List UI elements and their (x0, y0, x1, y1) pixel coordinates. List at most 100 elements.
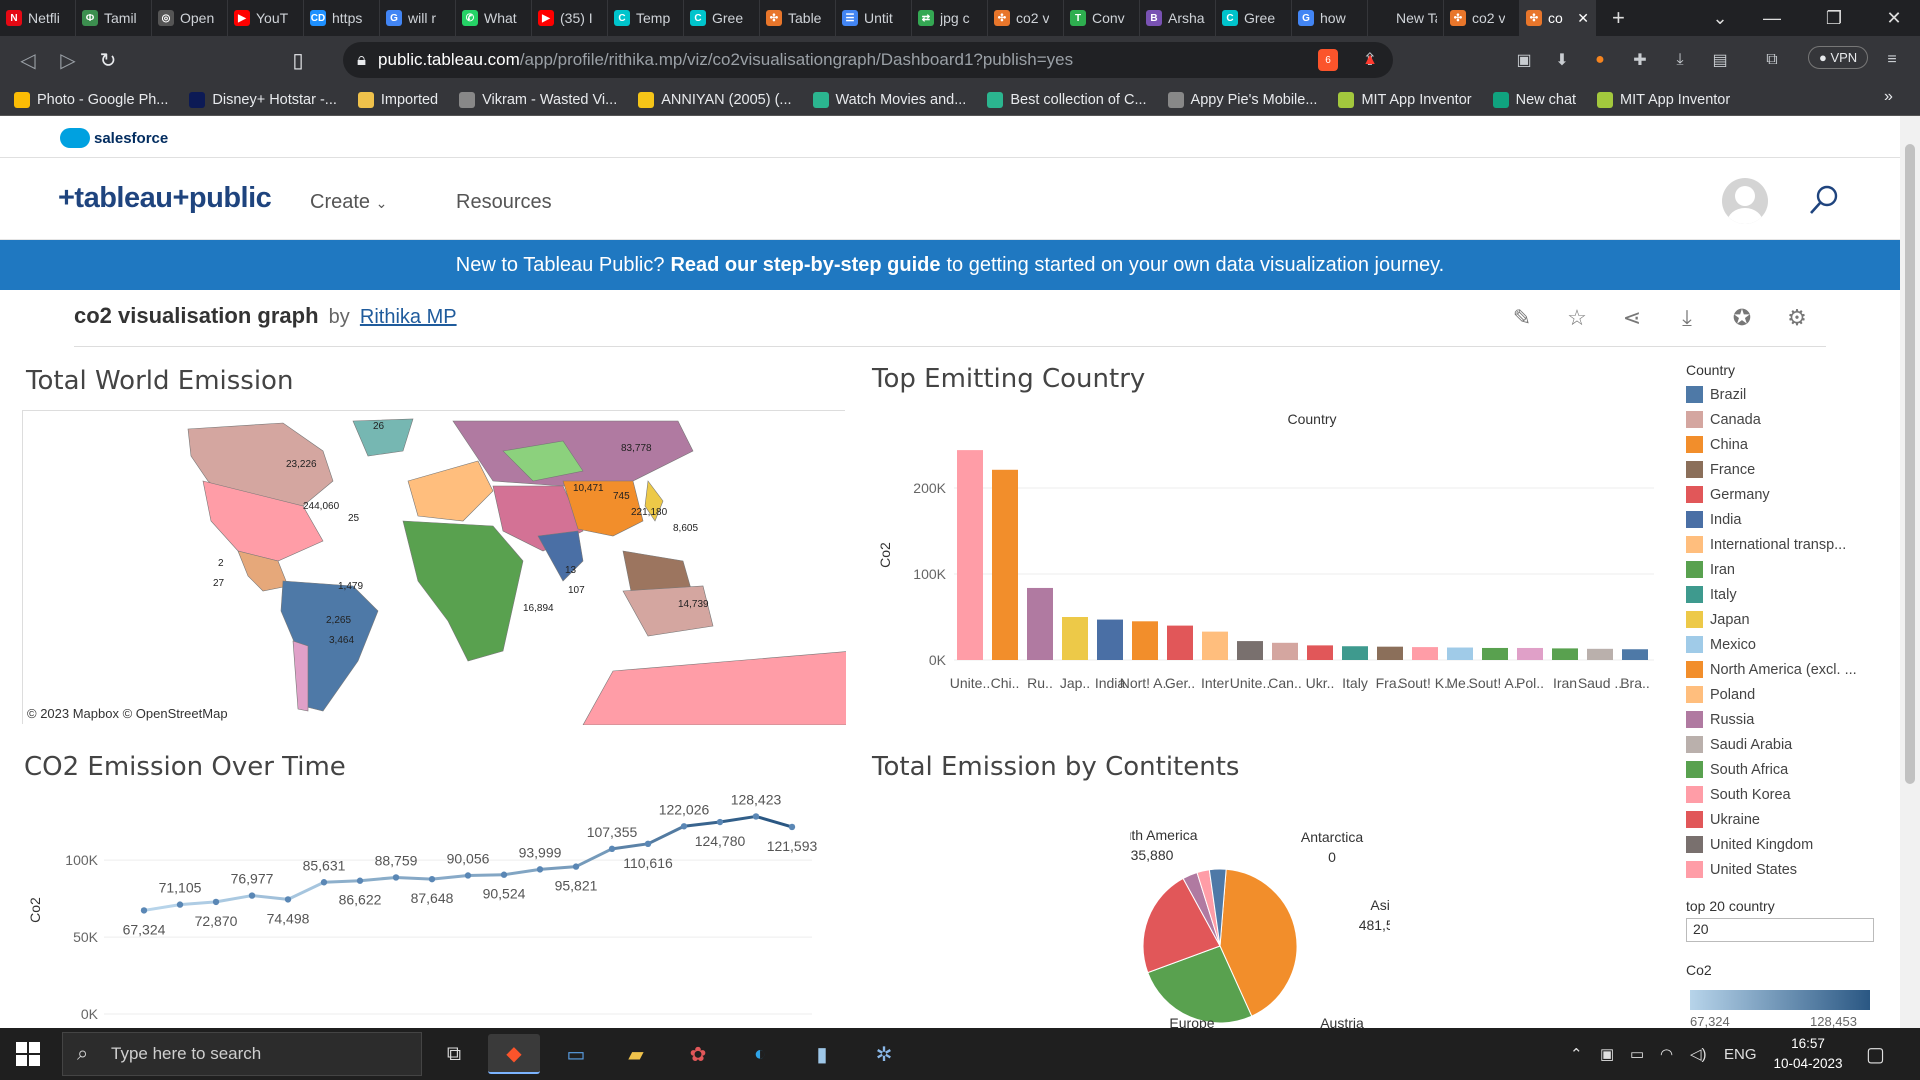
line-point[interactable] (752, 813, 760, 820)
tableau-public-logo[interactable]: +tableau+public (58, 182, 272, 215)
close-window-icon[interactable]: ✕ (1868, 0, 1920, 36)
line-point[interactable] (716, 818, 724, 826)
back-icon[interactable]: ◁ (8, 40, 48, 80)
snipping-icon[interactable]: ✲ (858, 1034, 910, 1074)
legend-item[interactable]: Ukraine (1686, 807, 1886, 832)
line-point[interactable] (392, 874, 400, 881)
scrollbar-thumb[interactable] (1905, 144, 1915, 784)
legend-item[interactable]: France (1686, 457, 1886, 482)
line-chart[interactable]: Co2 0K 50K 100K 67,324 71,105 72,870 76,977 74,4… (22, 790, 852, 1028)
menu-icon[interactable]: ≡ (1880, 48, 1904, 72)
bar[interactable] (1097, 619, 1123, 660)
download-viz-icon[interactable]: ⤓ (1673, 304, 1701, 332)
favorite-icon[interactable]: ☆ (1563, 304, 1591, 332)
close-tab-icon[interactable]: ✕ (1577, 10, 1589, 27)
legend-item[interactable]: India (1686, 507, 1886, 532)
brave-taskbar-icon[interactable]: ◆ (488, 1034, 540, 1074)
author-link[interactable]: Rithika MP (360, 306, 457, 328)
bar[interactable] (1342, 646, 1368, 660)
file-explorer-icon[interactable]: ▰ (610, 1034, 662, 1074)
line-point[interactable] (788, 823, 796, 831)
legend-item[interactable]: Canada (1686, 407, 1886, 432)
browser-tab[interactable]: N Netfli (0, 0, 76, 36)
download-ext-icon[interactable]: ⬇ (1550, 48, 1574, 72)
browser-tab[interactable]: ✣ Table (760, 0, 836, 36)
browser-tab[interactable]: Ghow (1292, 0, 1368, 36)
legend-item[interactable]: North America (excl. ... (1686, 657, 1886, 682)
line-point[interactable] (320, 879, 328, 886)
legend-item[interactable]: South Korea (1686, 782, 1886, 807)
legend-item[interactable]: Italy (1686, 582, 1886, 607)
clock[interactable]: 16:57 10-04-2023 (1768, 1034, 1848, 1074)
bookmark-item[interactable]: Watch Movies and... (812, 91, 966, 108)
banner-guide-link[interactable]: Read our step-by-step guide (670, 254, 940, 277)
bookmark-item[interactable]: Best collection of C... (987, 91, 1147, 108)
edge-icon[interactable]: ◐ (734, 1034, 786, 1074)
forward-icon[interactable]: ▷ (48, 40, 88, 80)
settings-icon[interactable]: ⚙ (1783, 304, 1811, 332)
bar[interactable] (1412, 647, 1438, 660)
legend-item[interactable]: China (1686, 432, 1886, 457)
search-icon[interactable] (1808, 184, 1840, 216)
line-point[interactable] (212, 898, 220, 906)
browser-tab[interactable]: C Gree (1216, 0, 1292, 36)
downloads-icon[interactable]: ⤓ (1668, 48, 1692, 72)
wallet-icon[interactable]: ▣ (1512, 48, 1536, 72)
bar[interactable] (1167, 625, 1193, 660)
language-indicator[interactable]: ENG (1724, 1028, 1757, 1080)
bookmark-item[interactable]: Photo - Google Ph... (14, 91, 168, 108)
browser-tab[interactable]: ◎ Open (152, 0, 228, 36)
new-tab-icon[interactable]: + (1612, 5, 1625, 31)
bookmark-item[interactable]: Vikram - Wasted Vi... (459, 91, 617, 108)
pie-chart[interactable]: Asia 481,573 Europe South America 35,880 Aust… (1130, 820, 1390, 1028)
url-bar[interactable]: 🔒︎ public.tableau.com/app/profile/rithik… (343, 42, 1393, 78)
browser-tab[interactable]: New Tab (1368, 0, 1444, 36)
legend-item[interactable]: Brazil (1686, 382, 1886, 407)
line-point[interactable] (572, 863, 580, 870)
bar[interactable] (1587, 648, 1613, 660)
volume-icon[interactable]: ◁) (1690, 1028, 1707, 1080)
browser-tab[interactable]: C Gree (684, 0, 760, 36)
taskbar-search[interactable]: ⌕ Type here to search (62, 1032, 422, 1076)
browser-tab[interactable]: Ф Tamil (76, 0, 152, 36)
bookmark-item[interactable]: New chat (1492, 91, 1576, 108)
tray-chevron-icon[interactable]: ⌃ (1570, 1028, 1583, 1080)
legend-item[interactable]: South Africa (1686, 757, 1886, 782)
bar[interactable] (1552, 648, 1578, 660)
reload-icon[interactable]: ↻ (88, 40, 128, 80)
bar[interactable] (1062, 617, 1088, 660)
bar[interactable] (957, 450, 983, 660)
line-point[interactable] (536, 866, 544, 873)
browser-tab[interactable]: ✣ co2 v (1444, 0, 1520, 36)
bookmark-item[interactable]: Imported (357, 91, 438, 108)
line-point[interactable] (500, 871, 508, 878)
line-point[interactable] (644, 840, 652, 848)
world-map[interactable]: 26 23,226 83,778 244,060 221,180 10,471 745 8,6… (22, 410, 854, 726)
nav-create[interactable]: Create ⌄ (310, 191, 387, 214)
windows-start-icon[interactable] (16, 1042, 40, 1066)
browser-tab[interactable]: ☰ Untit (836, 0, 912, 36)
nav-resources[interactable]: Resources (456, 191, 552, 214)
bar[interactable] (1482, 647, 1508, 660)
bar[interactable] (1237, 641, 1263, 660)
legend-item[interactable]: Iran (1686, 557, 1886, 582)
browser-tab[interactable]: ✣ co ✕ (1520, 0, 1596, 36)
wifi-icon[interactable]: ◠ (1660, 1028, 1673, 1080)
bar[interactable] (1517, 647, 1543, 660)
line-point[interactable] (428, 875, 436, 883)
sidebar-icon[interactable]: ▤ (1708, 48, 1732, 72)
legend-item[interactable]: Japan (1686, 607, 1886, 632)
metadata-icon[interactable]: ✪ (1728, 304, 1756, 332)
brave-rewards-icon[interactable]: ▲ (1358, 48, 1382, 72)
browser-tab[interactable]: ▶ YouT (228, 0, 304, 36)
bar[interactable] (1377, 646, 1403, 660)
battery-icon[interactable]: ▭ (1630, 1028, 1644, 1080)
browser-tab[interactable]: ⇄ jpg c (912, 0, 988, 36)
bar[interactable] (1132, 621, 1158, 660)
browser-tab[interactable]: T Conv (1064, 0, 1140, 36)
legend-item[interactable]: Poland (1686, 682, 1886, 707)
page-scrollbar[interactable] (1900, 116, 1920, 1028)
browser-tab[interactable]: C Temp (608, 0, 684, 36)
vpn-button[interactable]: ● VPN (1808, 46, 1869, 69)
legend-item[interactable]: Mexico (1686, 632, 1886, 657)
